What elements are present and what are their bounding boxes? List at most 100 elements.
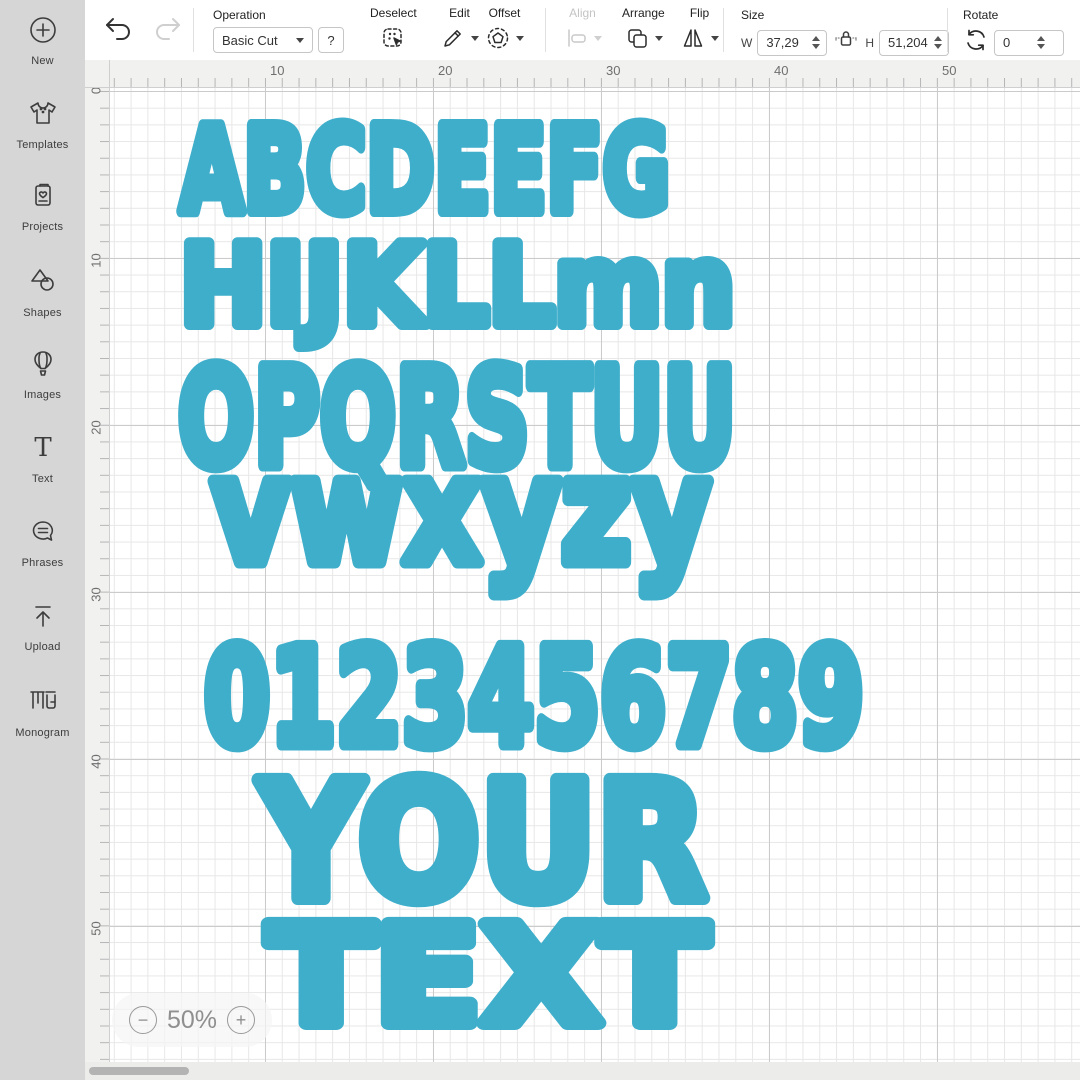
toolbar-separator	[193, 8, 194, 52]
sidebar-item-label: Text	[32, 473, 53, 485]
horizontal-scrollbar[interactable]	[85, 1062, 1080, 1080]
flip-button[interactable]: Flip	[680, 6, 719, 51]
artwork-row-your[interactable]: YOUR	[250, 752, 715, 912]
sidebar-item-label: Templates	[17, 139, 69, 151]
plus-circle-icon	[27, 14, 59, 51]
toolbar-separator	[947, 8, 948, 52]
sidebar-item-new[interactable]: New	[0, 14, 85, 67]
operation-value: Basic Cut	[222, 33, 278, 48]
hot-air-balloon-icon	[27, 348, 59, 385]
toolbar-separator	[545, 8, 546, 52]
artwork-row-hijkllmn[interactable]: HIJKLLmn	[172, 218, 742, 343]
sidebar-item-label: Upload	[24, 641, 60, 653]
sidebar-item-projects[interactable]: Projects	[0, 180, 85, 233]
artwork-row-vwxyzy[interactable]: vwxyzy	[202, 455, 722, 610]
zoom-in-button[interactable]: +	[227, 1006, 255, 1034]
sidebar-item-label: Images	[24, 389, 61, 401]
edit-button[interactable]: Edit	[440, 6, 479, 51]
ruler-tick-label: 30	[89, 585, 104, 605]
svg-text:TEXT: TEXT	[268, 898, 708, 1056]
lock-icon[interactable]	[834, 27, 858, 58]
letter-t-icon: T	[27, 432, 59, 469]
align-icon	[563, 25, 602, 51]
deselect-button[interactable]: Deselect	[370, 6, 417, 56]
undo-button[interactable]	[101, 14, 135, 47]
svg-text:vwxyzy: vwxyzy	[211, 425, 711, 597]
arrange-button[interactable]: Arrange	[622, 6, 665, 51]
svg-text:HIJKLLmn: HIJKLLmn	[180, 222, 735, 351]
monogram-mg-icon	[26, 684, 60, 723]
artwork-row-digits[interactable]: 0123456789	[196, 622, 871, 757]
width-input[interactable]	[758, 35, 810, 50]
ruler-tick-label: 10	[270, 63, 284, 78]
size-label: Size	[741, 8, 949, 22]
marquee-deselect-icon	[380, 25, 406, 56]
ruler-tick-label: 20	[438, 63, 452, 78]
chevron-down-icon	[296, 38, 304, 43]
horizontal-ruler-ticks	[110, 78, 1080, 87]
ruler-tick-label: 50	[942, 63, 956, 78]
redo-button[interactable]	[151, 14, 185, 47]
operation-help-button[interactable]: ?	[318, 27, 344, 53]
artwork-row-text[interactable]: TEXT	[259, 900, 714, 1035]
sidebar-item-upload[interactable]: Upload	[0, 600, 85, 653]
top-toolbar: Operation Basic Cut ? Deselect Edit Offs…	[85, 0, 1080, 60]
chevron-down-icon	[516, 36, 524, 41]
svg-text:T: T	[34, 433, 52, 463]
chevron-down-icon	[711, 36, 719, 41]
align-button[interactable]: Align	[563, 6, 602, 51]
sidebar-item-monogram[interactable]: Monogram	[0, 684, 85, 739]
ruler-tick-label: 20	[89, 418, 104, 438]
arrange-layers-icon	[624, 25, 663, 51]
zoom-control: − 50% +	[112, 993, 272, 1047]
width-field-wrap	[757, 30, 827, 56]
artwork-row-abcdeefg[interactable]: ABCDEEFG	[172, 100, 677, 230]
sidebar-item-label: Phrases	[22, 557, 64, 569]
operation-label: Operation	[213, 8, 344, 22]
project-journal-icon	[27, 180, 59, 217]
pencil-icon	[440, 25, 479, 51]
vertical-ruler: 0 10 20 30 40 50	[85, 88, 110, 1062]
zoom-level: 50%	[167, 1006, 217, 1035]
sidebar-item-phrases[interactable]: Phrases	[0, 516, 85, 569]
rotate-field-wrap	[994, 30, 1064, 56]
chevron-down-icon	[594, 36, 602, 41]
offset-pentagon-icon	[485, 25, 524, 51]
sidebar-item-label: Projects	[22, 221, 63, 233]
height-input[interactable]	[880, 35, 932, 50]
sidebar-item-templates[interactable]: Templates	[0, 96, 85, 151]
chevron-down-icon	[471, 36, 479, 41]
upload-arrow-icon	[27, 600, 59, 637]
zoom-out-button[interactable]: −	[129, 1006, 157, 1034]
sidebar-item-text[interactable]: T Text	[0, 432, 85, 485]
design-canvas[interactable]: ABCDEEFG HIJKLLmn OPQRSTUU vwxyzy 012345…	[110, 88, 1080, 1062]
height-stepper[interactable]	[932, 36, 948, 49]
ruler-tick-label: 40	[89, 752, 104, 772]
sidebar-item-images[interactable]: Images	[0, 348, 85, 401]
ruler-tick-label: 0	[89, 88, 104, 101]
operation-select[interactable]: Basic Cut	[213, 27, 313, 53]
rotate-input[interactable]	[995, 35, 1035, 50]
height-field-wrap	[879, 30, 949, 56]
vertical-ruler-ticks	[100, 88, 109, 1062]
scrollbar-thumb[interactable]	[89, 1067, 189, 1075]
ruler-tick-label: 30	[606, 63, 620, 78]
ruler-tick-label: 50	[89, 919, 104, 939]
ruler-tick-label: 40	[774, 63, 788, 78]
sidebar-item-shapes[interactable]: Shapes	[0, 264, 85, 319]
chevron-down-icon	[655, 36, 663, 41]
width-stepper[interactable]	[810, 36, 826, 49]
rotate-icon	[963, 27, 989, 58]
sidebar-item-label: New	[31, 55, 54, 67]
horizontal-ruler: 10 20 30 40 50	[110, 60, 1080, 88]
ruler-tick-label: 10	[89, 251, 104, 271]
tshirt-icon	[26, 96, 60, 135]
speech-bubble-icon	[27, 516, 59, 553]
rotate-label: Rotate	[963, 8, 1064, 22]
width-label: W	[741, 36, 752, 50]
toolbar-separator	[723, 8, 724, 52]
rotate-stepper[interactable]	[1035, 36, 1051, 49]
offset-button[interactable]: Offset	[485, 6, 524, 51]
sidebar-item-label: Shapes	[23, 307, 62, 319]
left-sidebar: New Templates Projects Shapes Images T T…	[0, 0, 85, 1080]
